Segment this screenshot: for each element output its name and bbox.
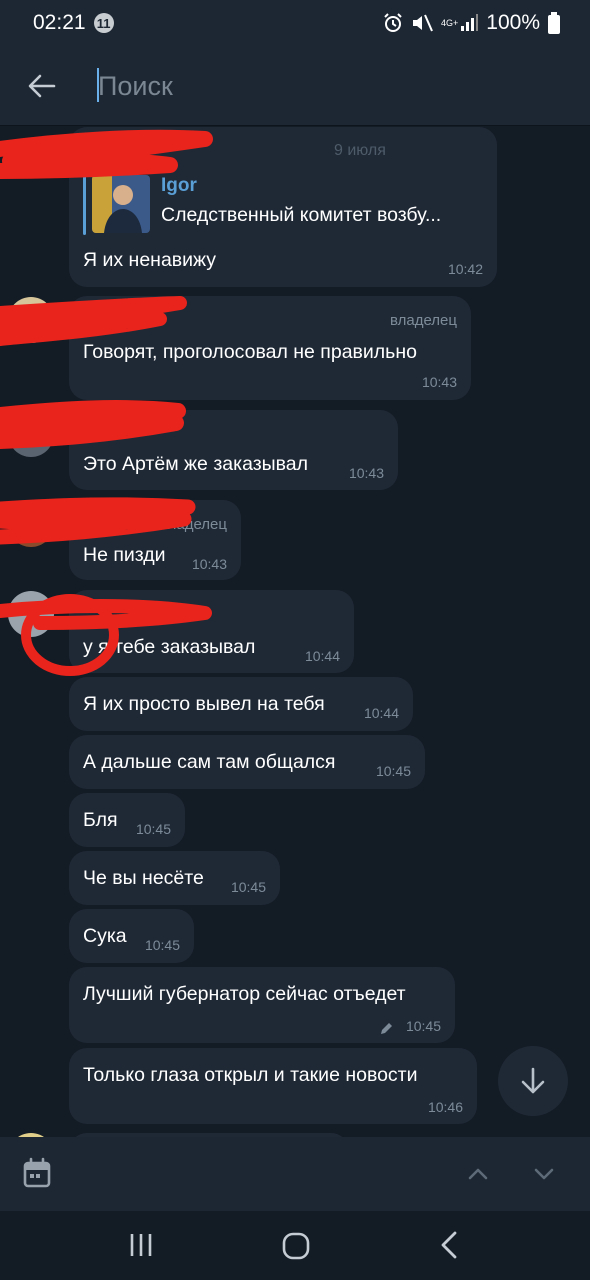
message-text: Не пизди: [83, 544, 166, 566]
message-text: Бля: [83, 809, 118, 831]
home-icon: [282, 1232, 310, 1260]
home-button[interactable]: [282, 1232, 310, 1265]
message-bubble[interactable]: у я тебе заказывал 10:44: [69, 590, 354, 673]
search-input[interactable]: [98, 64, 558, 108]
message-text: Говорят, проголосовал не правильно: [83, 341, 417, 363]
message-text: у я тебе заказывал: [83, 636, 256, 658]
chat-messages[interactable]: 9 июля Igor Следственный комитет возбу..…: [0, 127, 590, 1137]
message-time: 10:44: [363, 705, 399, 721]
pencil-icon: [379, 1019, 393, 1042]
status-time: 02:21: [33, 11, 86, 34]
recent-apps-button[interactable]: [128, 1232, 156, 1263]
status-icons: 4G+ 100%: [383, 11, 560, 35]
message-text: Сука: [83, 925, 127, 947]
avatar[interactable]: [8, 591, 54, 637]
message-time: 10:45: [405, 1018, 441, 1034]
reply-preview[interactable]: Igor Следственный комитет возбу...: [83, 173, 478, 235]
message-text: Я их просто вывел на тебя: [83, 693, 325, 715]
message-bubble[interactable]: Че вы несёте 10:45: [69, 851, 280, 905]
calendar-button[interactable]: [22, 1157, 52, 1194]
message-time: 10:42: [447, 261, 483, 277]
arrow-left-icon: [28, 74, 56, 98]
message-text: А дальше сам там общался: [83, 751, 336, 773]
message-time: 10:45: [144, 937, 180, 953]
avatar[interactable]: [8, 411, 54, 457]
message-bubble[interactable]: Только глаза открыл и такие новости 10:4…: [69, 1048, 477, 1124]
network-icon: 4G+: [441, 14, 479, 32]
message-time: 10:45: [375, 763, 411, 779]
message-bubble[interactable]: Лучший губернатор сейчас отъедет 10:45: [69, 967, 455, 1043]
search-toolbar: [0, 46, 590, 126]
mute-icon: [411, 13, 433, 33]
admin-badge: владелец: [389, 312, 457, 329]
message-bubble[interactable]: владелец Не пизди 10:43: [69, 500, 241, 580]
previous-result-button[interactable]: [464, 1161, 492, 1192]
date-label: 9 июля: [334, 142, 386, 159]
message-time: 10:44: [304, 648, 340, 664]
message-bubble[interactable]: Сука 10:45: [69, 909, 194, 963]
scroll-down-button[interactable]: [498, 1046, 568, 1116]
chevron-left-icon: [441, 1231, 457, 1259]
reply-author: Igor: [161, 175, 197, 196]
message-time: 10:45: [135, 821, 171, 837]
reply-thumbnail: [92, 175, 150, 233]
next-result-button[interactable]: [530, 1161, 558, 1192]
alarm-icon: [383, 13, 403, 33]
status-bar: 02:21 11 4G+ 100%: [0, 0, 590, 46]
message-text: Это Артём же заказывал: [83, 453, 309, 475]
message-bubble[interactable]: Это Артём же заказывал 10:43: [69, 410, 398, 490]
search-navigation-bar: [0, 1137, 590, 1211]
back-button[interactable]: [22, 66, 62, 106]
message-text: Че вы несёте: [83, 867, 204, 889]
message-time: 10:43: [191, 556, 227, 572]
system-navigation-bar: [0, 1211, 590, 1280]
message-time: 10:43: [348, 465, 384, 481]
admin-badge: владелец: [159, 516, 227, 533]
message-bubble[interactable]: Я их просто вывел на тебя 10:44: [69, 677, 413, 731]
message-time: 10:45: [230, 879, 266, 895]
arrow-down-icon: [521, 1067, 545, 1094]
avatar[interactable]: [8, 501, 54, 547]
message-time: 10:43: [421, 374, 457, 390]
reply-text: Следственный комитет возбу...: [161, 204, 442, 226]
message-bubble[interactable]: А дальше сам там общался 10:45: [69, 735, 425, 789]
battery-level: 100%: [486, 11, 540, 34]
chevron-up-icon: [468, 1168, 488, 1180]
message-text: Только глаза открыл и такие новости: [83, 1064, 418, 1086]
notification-count-badge: 11: [93, 13, 114, 33]
battery-icon: [548, 12, 560, 34]
message-bubble[interactable]: Бля 10:45: [69, 793, 185, 847]
avatar[interactable]: [8, 297, 54, 343]
system-back-button[interactable]: [437, 1230, 463, 1265]
reply-bar: [83, 173, 86, 235]
recent-apps-icon: [130, 1234, 152, 1256]
message-bubble[interactable]: владелец Говорят, проголосовал не правил…: [69, 296, 471, 400]
message-time: 10:46: [427, 1099, 463, 1115]
network-type: 4G+: [441, 18, 459, 28]
calendar-icon: [23, 1157, 51, 1188]
message-text: Я их ненавижу: [83, 249, 217, 271]
chevron-down-icon: [534, 1168, 554, 1180]
message-bubble[interactable]: 9 июля Igor Следственный комитет возбу..…: [69, 127, 497, 287]
message-text: Лучший губернатор сейчас отъедет: [83, 983, 406, 1005]
